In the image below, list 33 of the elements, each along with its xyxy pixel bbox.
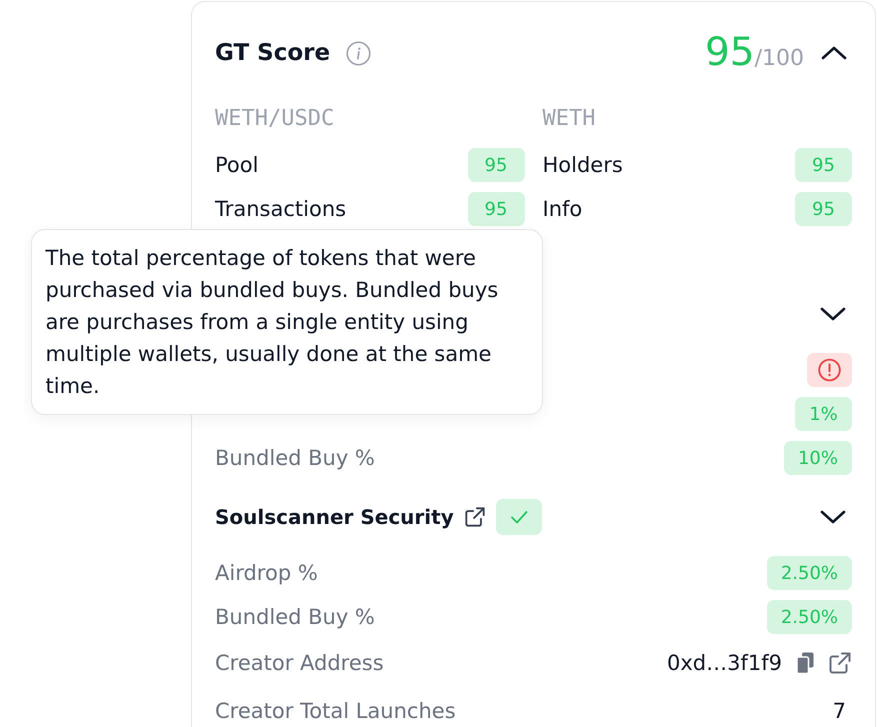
tooltip: The total percentage of tokens that were purchased via bundled buys. Bundled buys are purchases from a single entity using multiple wallets, usually done at the same time. — [31, 229, 543, 415]
score-badge: 95 — [795, 192, 852, 226]
address-text: 0xd…3f1f9 — [667, 650, 782, 677]
score-badge: 95 — [795, 148, 852, 182]
metric-label: Transactions — [215, 196, 346, 223]
score-max: /100 — [754, 45, 804, 73]
score-value: 95 — [704, 32, 755, 74]
chevron-down-icon[interactable] — [819, 509, 847, 525]
row-label: Creator Total Launches — [215, 698, 456, 725]
metric-label: Holders — [542, 152, 623, 179]
pair-heading: WETH — [542, 105, 596, 133]
external-link-icon[interactable] — [464, 506, 486, 528]
chevron-up-icon[interactable] — [820, 45, 848, 61]
warning-icon — [807, 353, 852, 387]
score-badge: 95 — [468, 192, 524, 226]
metric-label: Pool — [215, 152, 258, 179]
percent-badge: 2.50% — [766, 556, 852, 590]
percent-badge: 10% — [784, 441, 852, 475]
row-label: Airdrop % — [215, 560, 318, 587]
percent-badge: 1% — [795, 397, 852, 431]
section-title: Soulscanner Security — [215, 504, 454, 531]
row-label: Creator Address — [215, 650, 384, 677]
metric-label: Info — [542, 196, 582, 223]
row-label: Bundled Buy % — [215, 604, 375, 631]
pair-heading: WETH/USDC — [215, 105, 334, 133]
score-badge: 95 — [468, 148, 524, 182]
copy-icon[interactable] — [796, 652, 814, 674]
row-value: 7 — [832, 698, 847, 725]
chevron-down-icon[interactable] — [819, 306, 847, 322]
external-link-icon[interactable] — [828, 651, 852, 675]
percent-badge: 2.50% — [766, 600, 852, 634]
row-label: Bundled Buy % — [215, 445, 375, 472]
card-title: GT Score — [215, 39, 330, 68]
